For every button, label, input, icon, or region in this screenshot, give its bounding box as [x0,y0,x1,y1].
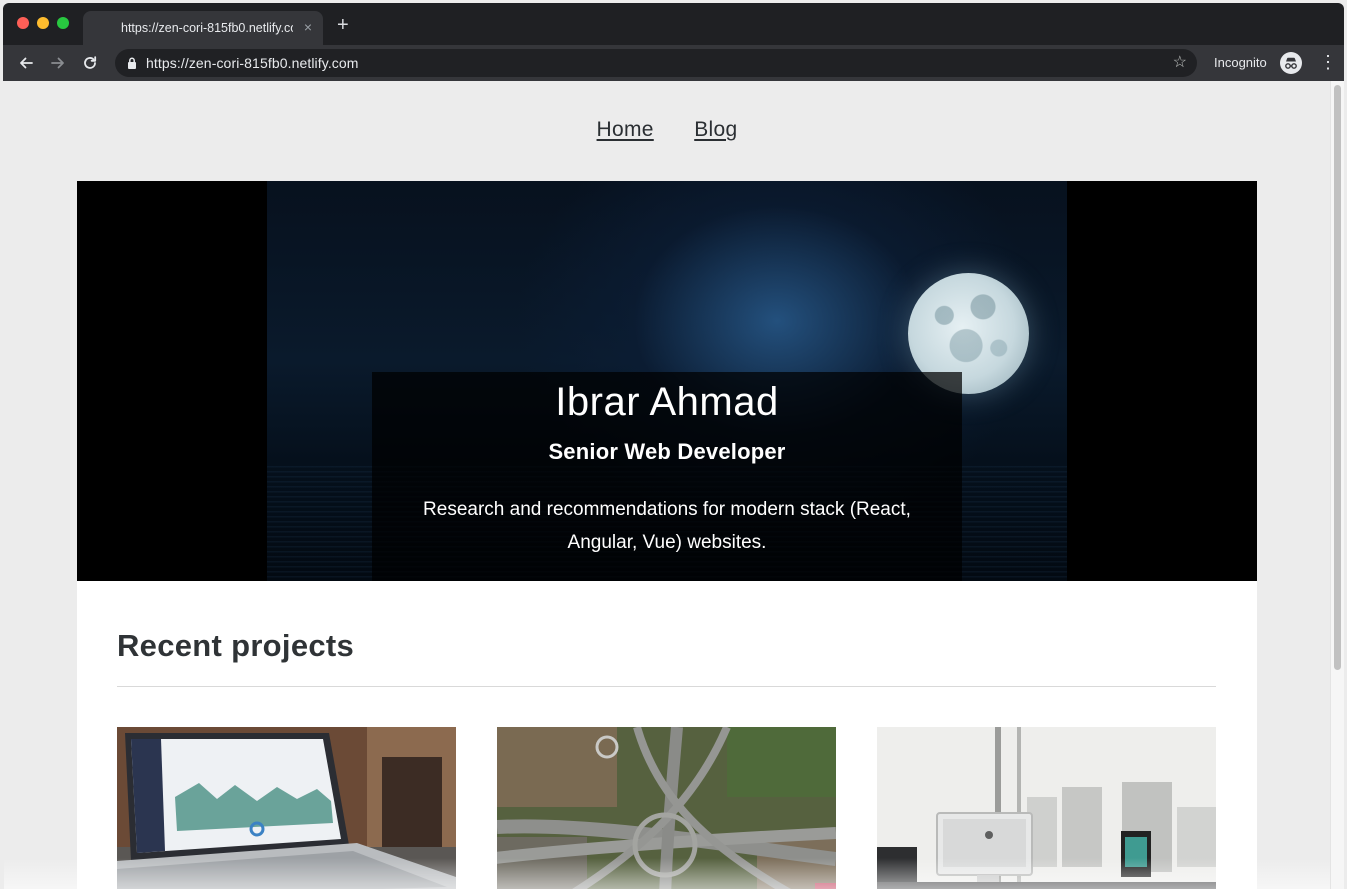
author-role: Senior Web Developer [548,439,786,464]
new-tab-button[interactable]: + [337,13,349,37]
aerial-highway-image [497,727,836,889]
projects-section: Recent projects [77,581,1257,889]
close-window-button[interactable] [17,17,29,29]
tab-strip: https://zen-cori-815fb0.netlify.com × + [3,3,1344,45]
laptop-dashboard-image [117,727,456,889]
scrollbar-thumb[interactable] [1334,85,1341,670]
author-name: Ibrar Ahmad [555,380,779,424]
browser-tab[interactable]: https://zen-cori-815fb0.netlify.com × [83,11,323,45]
lock-icon [128,57,136,69]
browser-toolbar: https://zen-cori-815fb0.netlify.com ☆ In… [3,45,1344,81]
address-bar[interactable]: https://zen-cori-815fb0.netlify.com ☆ [115,49,1197,77]
tab-title: https://zen-cori-815fb0.netlify.com [121,21,293,35]
arrow-left-icon [20,57,33,69]
site-nav: Home Blog [4,118,1330,142]
incognito-label: Incognito [1214,55,1267,70]
browser-menu-icon[interactable]: ⋮ [1319,51,1337,73]
reload-button[interactable] [79,52,101,74]
hero-banner: Ibrar Ahmad Senior Web Developer Researc… [77,181,1257,581]
incognito-icon[interactable] [1280,52,1302,74]
author-description: Research and recommendations for modern … [423,499,911,553]
office-desk-image [877,727,1216,889]
section-title: Recent projects [117,628,355,663]
hero-text-box: Ibrar Ahmad Senior Web Developer Researc… [372,372,962,581]
reload-icon [84,56,97,69]
maximize-window-button[interactable] [57,17,69,29]
nav-link-blog[interactable]: Blog [694,118,737,142]
minimize-window-button[interactable] [37,17,49,29]
forward-button[interactable] [47,52,69,74]
browser-window: https://zen-cori-815fb0.netlify.com × + … [0,0,1347,889]
nav-link-home[interactable]: Home [597,118,654,142]
bookmark-star-icon[interactable]: ☆ [1173,54,1187,72]
arrow-right-icon [51,57,64,69]
back-button[interactable] [15,52,37,74]
project-card-laptop[interactable] [117,727,456,889]
project-card-highway[interactable] [497,727,836,889]
section-divider [117,686,1216,687]
tab-close-icon[interactable]: × [304,19,312,35]
project-card-office[interactable] [877,727,1216,889]
page-scrollbar[interactable] [1330,81,1344,889]
url-text: https://zen-cori-815fb0.netlify.com [146,55,359,71]
page-viewport: Home Blog Ibrar Ahmad Senior Web Develop… [4,81,1330,889]
